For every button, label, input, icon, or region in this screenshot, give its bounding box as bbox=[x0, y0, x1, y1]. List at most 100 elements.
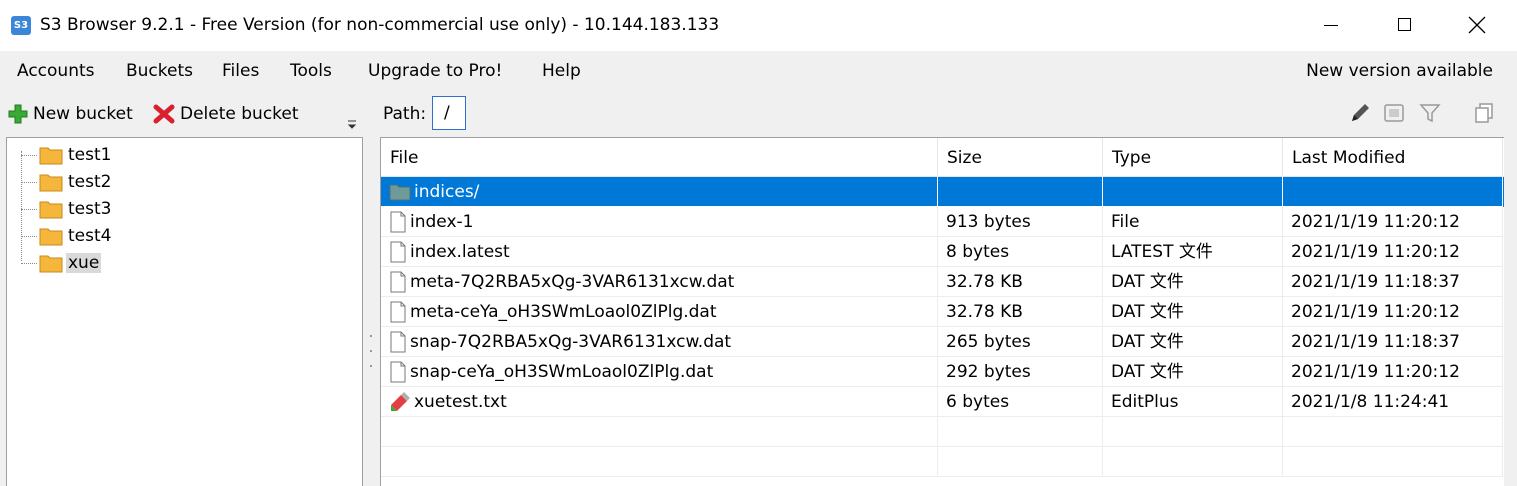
file-type: DAT 文件 bbox=[1103, 267, 1283, 297]
path-input[interactable]: / bbox=[432, 96, 466, 130]
file-type: DAT 文件 bbox=[1103, 297, 1283, 327]
file-type: File bbox=[1103, 207, 1283, 237]
file-size: 8 bytes bbox=[938, 237, 1103, 267]
file-modified: 2021/1/19 11:18:37 bbox=[1283, 267, 1503, 297]
menu-files[interactable]: Files bbox=[222, 61, 259, 81]
table-row-empty bbox=[381, 447, 1504, 477]
column-size[interactable]: Size bbox=[938, 138, 1103, 176]
close-icon bbox=[1468, 16, 1486, 34]
folder-icon bbox=[39, 201, 63, 219]
tree-item-test4[interactable]: test4 bbox=[21, 223, 113, 249]
file-size bbox=[938, 177, 1103, 207]
menu-buckets[interactable]: Buckets bbox=[126, 61, 193, 81]
tree-item-label: xue bbox=[66, 253, 102, 273]
file-size: 913 bytes bbox=[938, 207, 1103, 237]
file-name: index.latest bbox=[410, 241, 510, 262]
menu-tools[interactable]: Tools bbox=[290, 61, 332, 81]
path-label: Path: bbox=[383, 104, 427, 124]
new-version-link[interactable]: New version available bbox=[1306, 61, 1493, 81]
file-modified: 2021/1/19 11:20:12 bbox=[1283, 357, 1503, 387]
file-type: LATEST 文件 bbox=[1103, 237, 1283, 267]
file-size: 32.78 KB bbox=[938, 297, 1103, 327]
view-icon[interactable] bbox=[1382, 101, 1406, 125]
file-name: indices/ bbox=[414, 181, 480, 202]
minimize-icon bbox=[1324, 25, 1338, 26]
file-name: xuetest.txt bbox=[414, 391, 507, 412]
bucket-toolbar: New bucket Delete bucket bbox=[0, 91, 364, 137]
table-row[interactable]: snap-7Q2RBA5xQg-3VAR6131xcw.dat 265 byte… bbox=[381, 327, 1504, 357]
column-file[interactable]: File bbox=[381, 138, 938, 176]
editplus-icon bbox=[391, 391, 410, 411]
tree-item-test3[interactable]: test3 bbox=[21, 196, 113, 222]
file-icon bbox=[390, 241, 406, 262]
file-type: EditPlus bbox=[1103, 387, 1283, 417]
window-title: S3 Browser 9.2.1 - Free Version (for non… bbox=[40, 15, 720, 35]
file-modified: 2021/1/8 11:24:41 bbox=[1283, 387, 1503, 417]
maximize-button[interactable] bbox=[1370, 0, 1440, 51]
title-bar: S3 S3 Browser 9.2.1 - Free Version (for … bbox=[0, 0, 1517, 51]
file-size: 292 bytes bbox=[938, 357, 1103, 387]
file-name: snap-7Q2RBA5xQg-3VAR6131xcw.dat bbox=[410, 331, 732, 352]
file-size: 32.78 KB bbox=[938, 267, 1103, 297]
folder-icon bbox=[39, 174, 63, 192]
column-last-modified[interactable]: Last Modified bbox=[1283, 138, 1503, 176]
copy-icon[interactable] bbox=[1472, 101, 1496, 125]
file-type bbox=[1103, 177, 1283, 207]
path-toolbar: Path: / bbox=[378, 91, 1517, 137]
delete-bucket-button[interactable]: Delete bucket bbox=[152, 103, 299, 125]
folder-icon bbox=[39, 228, 63, 246]
file-table: File Size Type Last Modified indices/ in… bbox=[380, 137, 1505, 486]
table-row[interactable]: index.latest 8 bytes LATEST 文件 2021/1/19… bbox=[381, 237, 1504, 267]
pencil-icon[interactable] bbox=[1348, 101, 1372, 125]
folder-icon bbox=[39, 147, 63, 165]
file-size: 6 bytes bbox=[938, 387, 1103, 417]
column-type[interactable]: Type bbox=[1103, 138, 1283, 176]
tree-item-label: test1 bbox=[68, 145, 112, 165]
tree-item-test1[interactable]: test1 bbox=[21, 142, 113, 168]
window-edge bbox=[1504, 137, 1517, 486]
table-row[interactable]: index-1 913 bytes File 2021/1/19 11:20:1… bbox=[381, 207, 1504, 237]
new-bucket-label: New bucket bbox=[33, 104, 133, 124]
table-row-empty bbox=[381, 417, 1504, 447]
close-button[interactable] bbox=[1442, 0, 1512, 51]
menu-accounts[interactable]: Accounts bbox=[17, 61, 95, 81]
file-icon bbox=[390, 331, 406, 352]
pane-splitter[interactable] bbox=[364, 137, 378, 486]
file-icon bbox=[390, 361, 406, 382]
file-icon bbox=[390, 301, 406, 322]
folder-icon bbox=[39, 255, 63, 273]
table-header: File Size Type Last Modified bbox=[381, 138, 1504, 177]
minimize-button[interactable] bbox=[1295, 0, 1365, 51]
tree-item-label: test3 bbox=[68, 199, 112, 219]
tree-item-xue[interactable]: xue bbox=[21, 250, 102, 276]
file-modified bbox=[1283, 177, 1503, 207]
table-row[interactable]: meta-ceYa_oH3SWmLoaol0ZlPlg.dat 32.78 KB… bbox=[381, 297, 1504, 327]
table-row[interactable]: indices/ bbox=[381, 177, 1504, 207]
file-type: DAT 文件 bbox=[1103, 357, 1283, 387]
tree-item-test2[interactable]: test2 bbox=[21, 169, 113, 195]
maximize-icon bbox=[1398, 18, 1411, 31]
file-name: meta-7Q2RBA5xQg-3VAR6131xcw.dat bbox=[410, 271, 735, 292]
table-row[interactable]: meta-7Q2RBA5xQg-3VAR6131xcw.dat 32.78 KB… bbox=[381, 267, 1504, 297]
folder-icon bbox=[389, 184, 411, 200]
plus-icon bbox=[8, 104, 28, 124]
file-modified: 2021/1/19 11:20:12 bbox=[1283, 297, 1503, 327]
menu-upgrade[interactable]: Upgrade to Pro! bbox=[368, 61, 502, 81]
chevron-down-icon[interactable] bbox=[346, 119, 358, 131]
file-type: DAT 文件 bbox=[1103, 327, 1283, 357]
file-icon bbox=[390, 211, 406, 232]
table-row[interactable]: xuetest.txt 6 bytes EditPlus 2021/1/8 11… bbox=[381, 387, 1504, 417]
file-modified: 2021/1/19 11:20:12 bbox=[1283, 207, 1503, 237]
filter-icon[interactable] bbox=[1418, 101, 1442, 125]
file-icon bbox=[390, 271, 406, 292]
menu-help[interactable]: Help bbox=[542, 61, 581, 81]
table-row[interactable]: snap-ceYa_oH3SWmLoaol0ZlPlg.dat 292 byte… bbox=[381, 357, 1504, 387]
tree-item-label: test2 bbox=[68, 172, 112, 192]
file-modified: 2021/1/19 11:20:12 bbox=[1283, 237, 1503, 267]
file-size: 265 bytes bbox=[938, 327, 1103, 357]
file-name: index-1 bbox=[410, 211, 474, 232]
new-bucket-button[interactable]: New bucket bbox=[7, 103, 133, 125]
file-name: snap-ceYa_oH3SWmLoaol0ZlPlg.dat bbox=[410, 361, 714, 382]
file-modified: 2021/1/19 11:18:37 bbox=[1283, 327, 1503, 357]
delete-icon bbox=[153, 104, 175, 124]
